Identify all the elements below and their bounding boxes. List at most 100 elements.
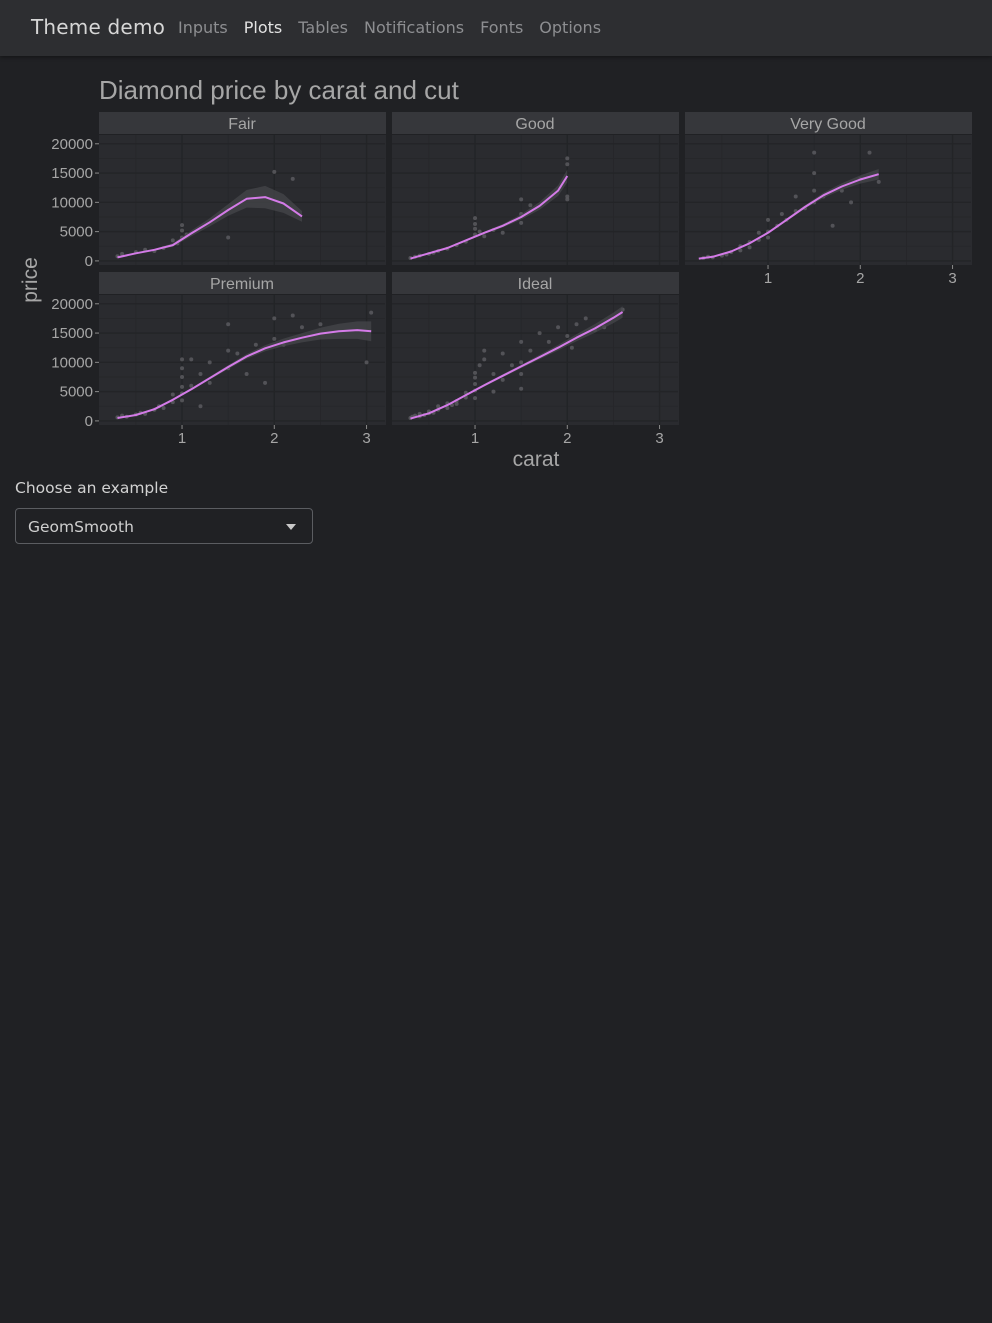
data-point	[226, 348, 231, 353]
data-point	[207, 380, 212, 385]
data-point	[198, 372, 203, 377]
data-point	[747, 245, 752, 250]
y-tick-label: 5000	[60, 224, 93, 241]
data-point	[244, 372, 249, 377]
data-point	[180, 357, 185, 362]
nav-link-fonts[interactable]: Fonts	[480, 18, 523, 37]
data-point	[198, 404, 203, 409]
data-point	[779, 212, 784, 217]
data-point	[473, 396, 478, 401]
facet-strip-label: Ideal	[518, 276, 553, 293]
x-tick-label: 2	[856, 270, 864, 287]
nav-link-inputs[interactable]: Inputs	[178, 18, 228, 37]
nav-link-tables[interactable]: Tables	[298, 18, 348, 37]
data-point	[477, 363, 482, 368]
data-point	[574, 322, 579, 327]
faceted-plot: Diamond price by carat and cut carat pri…	[19, 75, 972, 471]
caret-down-icon	[286, 524, 296, 530]
data-point	[519, 197, 524, 202]
data-point	[830, 223, 835, 228]
example-select[interactable]: GeomSmooth	[15, 508, 313, 544]
data-point	[272, 316, 277, 321]
data-point	[454, 401, 459, 406]
data-point	[263, 380, 268, 385]
data-point	[170, 238, 175, 243]
data-point	[565, 333, 570, 338]
data-point	[180, 398, 185, 403]
data-point	[756, 230, 761, 235]
data-point	[299, 325, 304, 330]
facet-very-good: Very Good 1 2 3	[685, 112, 972, 287]
data-point	[867, 150, 872, 155]
y-tick-label: 10000	[51, 194, 93, 211]
data-point	[565, 162, 570, 167]
facet-strip-label: Good	[515, 116, 554, 133]
data-point	[812, 150, 817, 155]
data-point	[180, 366, 185, 371]
data-point	[226, 235, 231, 240]
navbar-brand[interactable]: Theme demo	[31, 15, 165, 39]
x-tick-label: 3	[362, 430, 370, 447]
data-point	[509, 363, 514, 368]
nav-link-options[interactable]: Options	[539, 18, 601, 37]
y-tick-label: 10000	[51, 354, 93, 371]
facet-ideal: Ideal 1 2 3	[392, 272, 679, 447]
data-point	[519, 360, 524, 365]
data-point	[290, 176, 295, 181]
navbar-nav: Inputs Plots Tables Notifications Fonts …	[178, 18, 601, 37]
data-point	[235, 351, 240, 356]
data-point	[369, 310, 374, 315]
panel-background	[685, 135, 972, 265]
plot-title: Diamond price by carat and cut	[99, 75, 460, 105]
nav-link-plots[interactable]: Plots	[244, 18, 283, 37]
data-point	[473, 222, 478, 227]
data-point	[272, 336, 277, 341]
data-point	[876, 179, 881, 184]
data-point	[482, 357, 487, 362]
data-point	[519, 220, 524, 225]
facet-strip-label: Premium	[210, 276, 274, 293]
data-point	[473, 216, 478, 221]
x-tick-label: 1	[764, 270, 772, 287]
data-point	[482, 234, 487, 239]
facet-strip-label: Very Good	[790, 116, 866, 133]
data-point	[473, 375, 478, 380]
data-point	[364, 360, 369, 365]
nav-link-notifications[interactable]: Notifications	[364, 18, 464, 37]
x-tick-label: 3	[655, 430, 663, 447]
data-point	[849, 200, 854, 205]
data-point	[318, 322, 323, 327]
facet-fair: Fair 0 5000 10000 15000 20000	[51, 112, 386, 270]
data-point	[189, 383, 194, 388]
x-tick-label: 2	[270, 430, 278, 447]
facet-panels: Fair 0 5000 10000 15000 20000 Good Very Good 1 2 3…	[51, 112, 972, 447]
facet-strip-label: Fair	[228, 116, 256, 133]
data-point	[491, 389, 496, 394]
y-tick-label: 15000	[51, 325, 93, 342]
navbar: Theme demo Inputs Plots Tables Notificat…	[0, 0, 992, 56]
data-point	[569, 345, 574, 350]
data-point	[491, 372, 496, 377]
data-point	[556, 325, 561, 330]
data-point	[565, 197, 570, 202]
data-point	[500, 351, 505, 356]
facet-premium: Premium 0 5000 10000 15000 20000 1 2 3	[51, 272, 386, 447]
data-point	[290, 313, 295, 318]
data-point	[565, 156, 570, 161]
data-point	[546, 339, 551, 344]
x-tick-label: 1	[178, 430, 186, 447]
data-point	[226, 322, 231, 327]
y-tick-label: 0	[85, 253, 93, 270]
data-point	[253, 342, 258, 347]
data-point	[180, 384, 185, 389]
data-point	[793, 194, 798, 199]
y-tick-label: 20000	[51, 296, 93, 313]
data-point	[583, 316, 588, 321]
data-point	[812, 171, 817, 176]
data-point	[180, 223, 185, 228]
x-tick-label: 3	[948, 270, 956, 287]
data-point	[519, 372, 524, 377]
data-point	[500, 377, 505, 382]
data-point	[170, 392, 175, 397]
y-axis-label: price	[19, 257, 42, 303]
